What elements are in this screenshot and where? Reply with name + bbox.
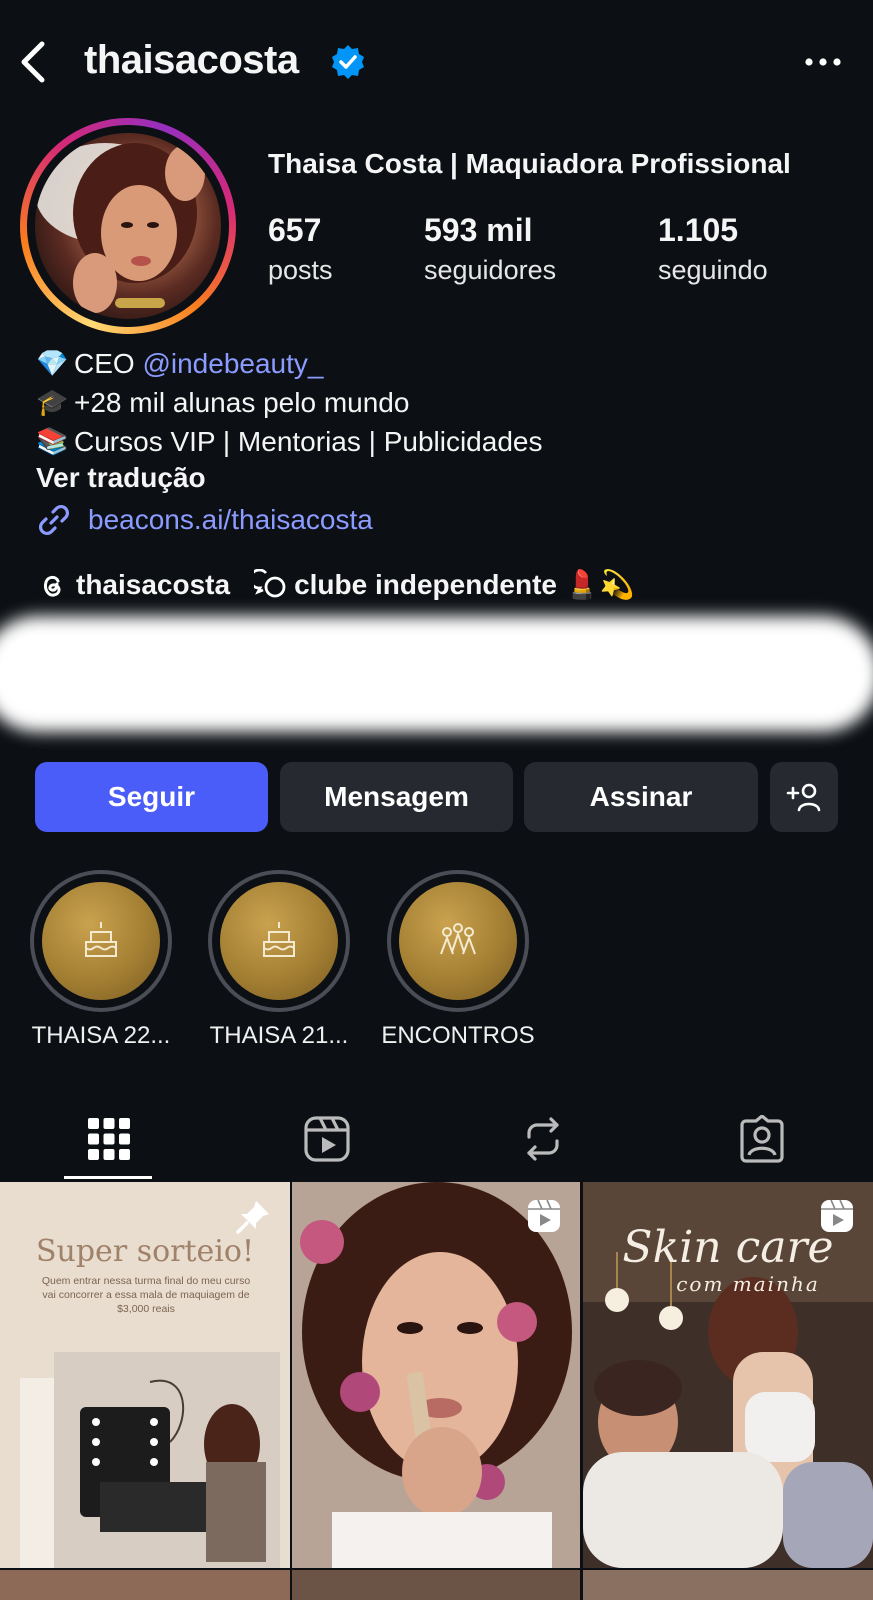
- add-user-icon: [786, 783, 821, 812]
- stat-followers-value: 593 mil: [424, 212, 533, 248]
- active-tab-indicator: [64, 1176, 152, 1179]
- stat-posts-value: 657: [268, 212, 322, 248]
- profile-tabs: [0, 1100, 873, 1182]
- posts-grid: Super sorteio! Quem entrar nessa turma f…: [0, 1182, 873, 1600]
- post-2-image: [292, 1182, 580, 1568]
- bio-line-3: Cursos VIP | Mentorias | Publicidades: [74, 426, 543, 457]
- stat-following-value: 1.105: [658, 212, 739, 248]
- suggested-users-button[interactable]: [770, 762, 838, 832]
- verified-badge-icon: [332, 45, 364, 79]
- post-tile-3[interactable]: Skin care com mainha: [583, 1182, 873, 1568]
- profile-username: thaisacosta: [84, 38, 299, 82]
- threads-handle[interactable]: thaisacosta: [76, 569, 230, 601]
- post-tile-4[interactable]: [0, 1570, 290, 1600]
- post-1-caption: Quem entrar nessa turma final do meu cur…: [41, 1275, 251, 1315]
- message-button[interactable]: Mensagem: [280, 762, 513, 832]
- tab-reposts[interactable]: [498, 1100, 588, 1178]
- tagged-icon: [740, 1115, 784, 1163]
- chevron-left-icon[interactable]: [16, 38, 52, 86]
- graduation-cap-icon: 🎓: [36, 387, 69, 417]
- bio-line-2: +28 mil alunas pelo mundo: [74, 387, 410, 418]
- reel-icon: [528, 1199, 560, 1232]
- avatar-story-ring[interactable]: [20, 118, 236, 334]
- profile-full-name: Thaisa Costa | Maquiadora Profissional: [268, 148, 791, 179]
- highlight-1[interactable]: THAISA 22...: [30, 870, 172, 1049]
- post-tile-1[interactable]: Super sorteio! Quem entrar nessa turma f…: [0, 1182, 290, 1568]
- highlight-2[interactable]: THAISA 21...: [208, 870, 350, 1049]
- post-3-caption: com mainha: [676, 1272, 820, 1296]
- pin-icon: [236, 1201, 269, 1234]
- follow-button[interactable]: Seguir: [35, 762, 268, 832]
- post-1-title: Super sorteio!: [35, 1234, 255, 1269]
- broadcast-channel-link[interactable]: clube independente 💄💫: [294, 568, 634, 601]
- threads-icon[interactable]: [36, 569, 68, 601]
- cake-icon: [263, 922, 295, 957]
- cake-icon: [85, 922, 117, 957]
- see-translation-link[interactable]: Ver tradução: [36, 462, 206, 494]
- tab-tagged[interactable]: [717, 1100, 807, 1178]
- channel-icon: [254, 568, 286, 597]
- books-icon: 📚: [36, 426, 69, 456]
- stat-posts-label: posts: [268, 255, 333, 285]
- grid-icon: [88, 1118, 130, 1160]
- followed-by-row[interactable]: Seguido por outras 9 pessoas que você co…: [0, 610, 873, 740]
- tab-grid[interactable]: [64, 1100, 154, 1178]
- subscribe-button[interactable]: Assinar: [524, 762, 758, 832]
- bio-link-text: beacons.ai/thaisacosta: [88, 504, 373, 535]
- post-tile-6[interactable]: [583, 1570, 873, 1600]
- group-cheers-icon: [440, 923, 476, 955]
- tab-reels[interactable]: [282, 1100, 372, 1178]
- reel-icon: [821, 1199, 853, 1232]
- more-horizontal-icon[interactable]: [803, 48, 843, 76]
- link-icon: [38, 504, 70, 536]
- reels-icon: [304, 1116, 350, 1162]
- stat-followers-label: seguidores: [424, 255, 557, 285]
- highlight-2-label: THAISA 21...: [209, 1022, 349, 1049]
- bio-mention-link[interactable]: @indebeauty_: [142, 344, 323, 383]
- highlight-3-label: ENCONTROS: [381, 1022, 535, 1049]
- stat-following[interactable]: 1.105 seguindo: [658, 212, 768, 286]
- stat-following-label: seguindo: [658, 255, 768, 285]
- profile-header: thaisacosta: [0, 0, 873, 124]
- post-tile-5[interactable]: [292, 1570, 580, 1600]
- highlight-3[interactable]: ENCONTROS: [381, 870, 535, 1049]
- bio-external-link[interactable]: beacons.ai/thaisacosta: [36, 502, 373, 538]
- stat-posts[interactable]: 657 posts: [268, 212, 333, 286]
- profile-bio: 💎 CEO @indebeauty_ 🎓 +28 mil alunas pelo…: [36, 344, 542, 461]
- highlight-1-label: THAISA 22...: [31, 1022, 171, 1049]
- bio-line-1: CEO: [74, 348, 143, 379]
- stat-followers[interactable]: 593 mil seguidores: [424, 212, 556, 286]
- gem-icon: 💎: [36, 348, 69, 378]
- reposts-icon: [527, 1117, 559, 1161]
- followed-by-text: Seguido por outras 9 pessoas que você co…: [230, 647, 816, 677]
- threads-row: thaisacosta clube independente 💄💫: [36, 568, 635, 601]
- post-tile-2[interactable]: [292, 1182, 580, 1568]
- avatar: [35, 133, 221, 319]
